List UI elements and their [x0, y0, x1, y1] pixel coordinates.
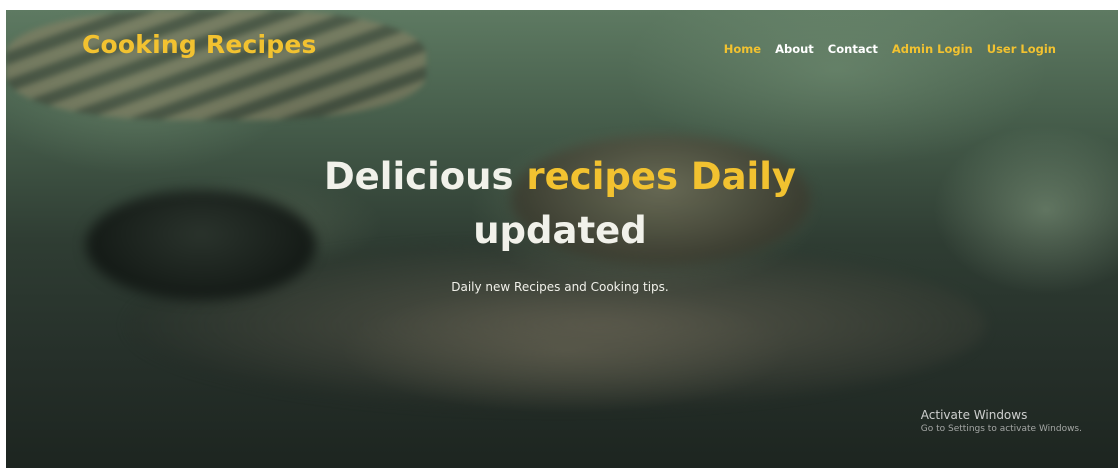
- headline-part2: updated: [473, 209, 647, 252]
- watermark-subtitle: Go to Settings to activate Windows.: [920, 424, 1082, 434]
- watermark-title: Activate Windows: [920, 408, 1028, 422]
- headline-part1: Delicious: [323, 155, 527, 198]
- nav-admin-login-link[interactable]: Admin Login: [892, 42, 973, 56]
- nav-home-link[interactable]: Home: [724, 42, 761, 56]
- windows-activation-watermark: Activate Windows Go to Settings to activ…: [921, 408, 1082, 434]
- main-nav: Home About Contact Admin Login User Logi…: [724, 42, 1056, 56]
- hero-subtitle: Daily new Recipes and Cooking tips.: [451, 280, 669, 294]
- hero-headline: Delicious recipes Daily updated: [0, 150, 1120, 258]
- nav-about-link[interactable]: About: [775, 42, 814, 56]
- headline-accent: recipes Daily: [526, 155, 797, 198]
- fries-shape: [6, 10, 426, 120]
- nav-user-login-link[interactable]: User Login: [987, 42, 1056, 56]
- page: Cooking Recipes Home About Contact Admin…: [0, 0, 1120, 468]
- nav-contact-link[interactable]: Contact: [828, 42, 878, 56]
- brand-logo[interactable]: Cooking Recipes: [82, 30, 317, 59]
